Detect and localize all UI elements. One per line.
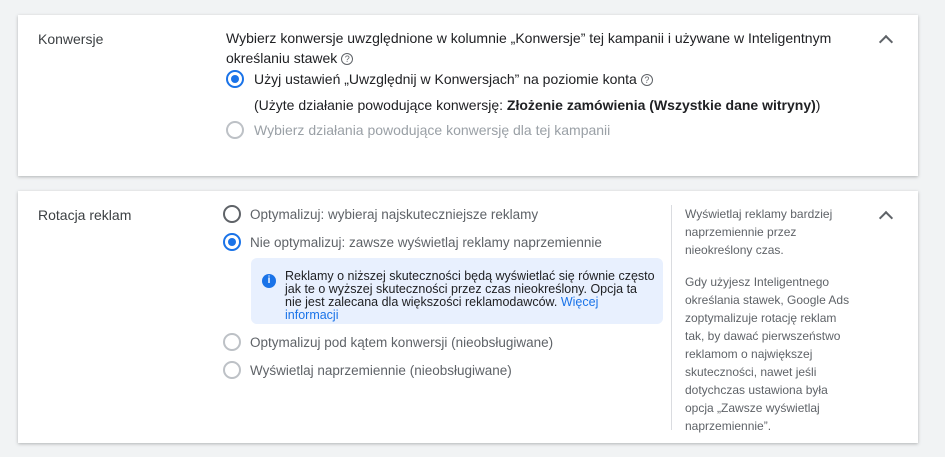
radio-do-not-optimize[interactable] xyxy=(223,233,241,251)
option-do-not-optimize[interactable]: Nie optymalizuj: zawsze wyświetlaj rekla… xyxy=(250,235,602,250)
help-icon[interactable]: ? xyxy=(640,74,653,86)
radio-rotate-indefinitely[interactable] xyxy=(223,361,241,379)
conversions-title: Wybierz konwersje uwzględnione w kolumni… xyxy=(226,30,832,66)
ad-rotation-card: Rotacja reklam Optymalizuj: wybieraj naj… xyxy=(18,191,918,443)
chevron-up-icon[interactable] xyxy=(878,210,894,226)
help-icon[interactable]: ? xyxy=(341,53,354,65)
radio-optimize[interactable] xyxy=(223,205,241,223)
info-box: i Reklamy o niższej skuteczności będą wy… xyxy=(251,258,663,324)
option-campaign-actions[interactable]: Wybierz działania powodujące konwersję d… xyxy=(254,122,610,138)
ad-rotation-label: Rotacja reklam xyxy=(38,207,132,223)
option-optimize-conversions[interactable]: Optymalizuj pod kątem konwersji (nieobsł… xyxy=(250,335,553,350)
used-conversion-action: (Użyte działanie powodujące konwersję: Z… xyxy=(254,97,821,113)
info-text: Reklamy o niższej skuteczności będą wyśw… xyxy=(285,269,655,322)
chevron-up-icon[interactable] xyxy=(878,34,894,50)
info-icon: i xyxy=(262,274,276,288)
side-help: Wyświetlaj reklamy bardziej naprzemienni… xyxy=(685,207,850,433)
option-optimize[interactable]: Optymalizuj: wybieraj najskuteczniejsze … xyxy=(250,207,538,222)
radio-campaign-actions[interactable] xyxy=(226,121,244,139)
conversions-card: Konwersje Wybierz konwersje uwzględnione… xyxy=(18,15,918,176)
radio-optimize-conversions[interactable] xyxy=(223,333,241,351)
option-account-settings[interactable]: Użyj ustawień „Uwzględnij w Konwersjach”… xyxy=(254,71,653,87)
divider xyxy=(671,205,672,430)
radio-account-settings[interactable] xyxy=(226,70,244,88)
option-rotate-indefinitely[interactable]: Wyświetlaj naprzemiennie (nieobsługiwane… xyxy=(250,363,512,378)
conversions-label: Konwersje xyxy=(38,31,104,47)
